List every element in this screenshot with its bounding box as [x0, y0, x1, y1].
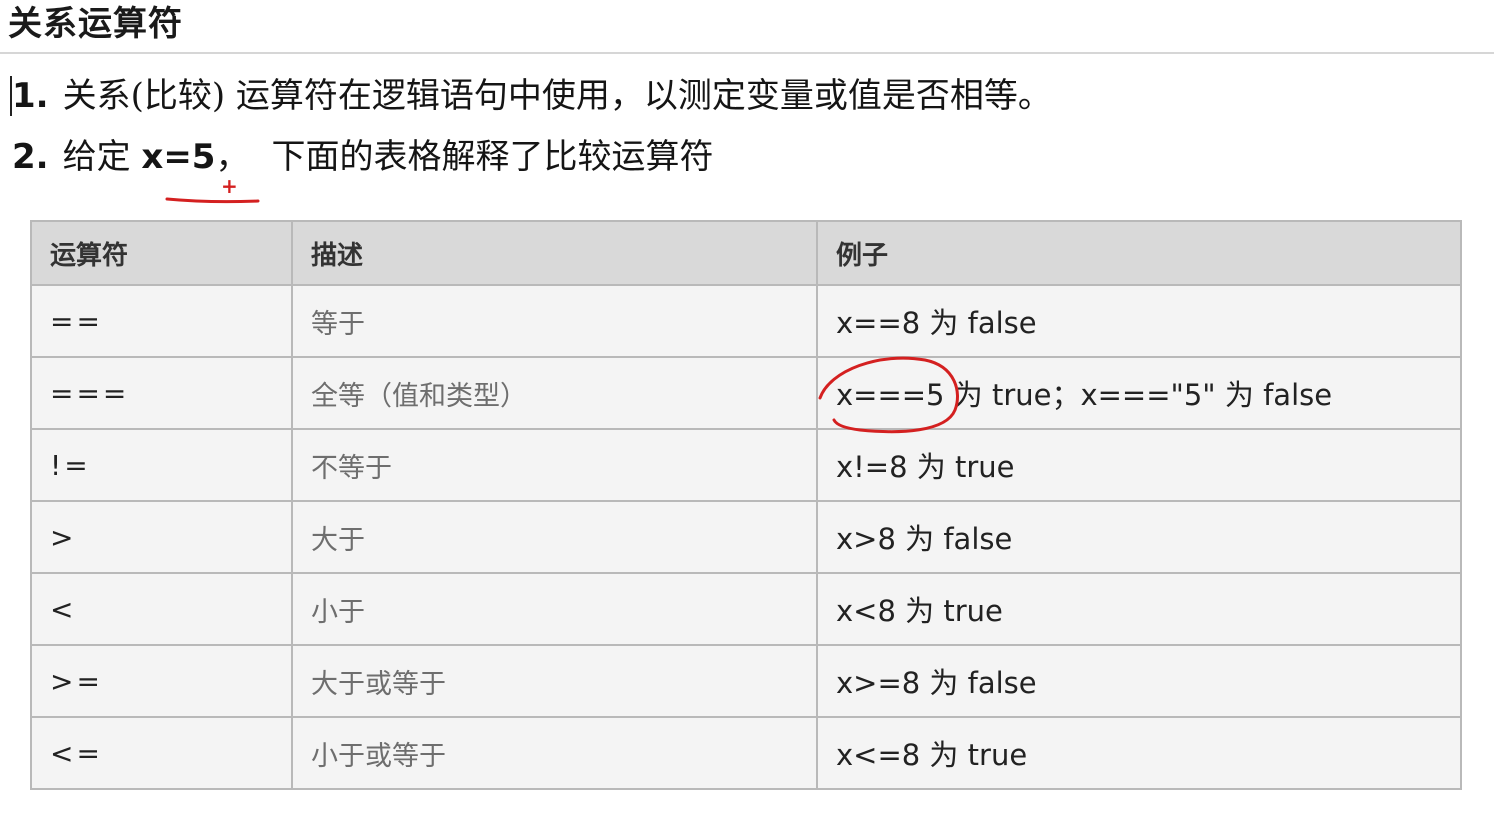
- table-row: > 大于 x>8 为 false: [30, 500, 1462, 574]
- operator-cell: ==: [30, 284, 293, 358]
- page-title: 关系运算符: [8, 4, 183, 44]
- example-cell: x==8 为 false: [816, 284, 1462, 358]
- intro-point-2: 2. 给定 x=5， 下面的表格解释了比较运算符: [12, 135, 713, 179]
- point-prefix: 给定: [62, 137, 131, 177]
- operator-cell: <=: [30, 716, 293, 790]
- operator-cell: >=: [30, 644, 293, 718]
- example-cell: x<8 为 true: [816, 572, 1462, 646]
- example-cell: x<=8 为 true: [816, 716, 1462, 790]
- operators-table-container: 运算符 描述 例子 == 等于 x==8 为 false === 全等（值和类型…: [30, 220, 1462, 790]
- point-number: 2.: [12, 137, 49, 177]
- point-text: 下面的表格解释了比较运算符: [271, 137, 714, 177]
- title-divider: [0, 52, 1494, 54]
- point-number: 1.: [12, 76, 49, 116]
- operators-table: 运算符 描述 例子 == 等于 x==8 为 false === 全等（值和类型…: [30, 220, 1462, 790]
- description-cell: 小于: [291, 572, 818, 646]
- description-cell: 等于: [291, 284, 818, 358]
- table-row: >= 大于或等于 x>=8 为 false: [30, 644, 1462, 718]
- point-expression: x=5: [141, 137, 216, 177]
- table-row: === 全等（值和类型） x===5 为 true；x==="5" 为 fals…: [30, 356, 1462, 430]
- column-header-description: 描述: [291, 220, 818, 286]
- description-cell: 大于或等于: [291, 644, 818, 718]
- example-cell: x>8 为 false: [816, 500, 1462, 574]
- table-row: == 等于 x==8 为 false: [30, 284, 1462, 358]
- column-header-example: 例子: [816, 220, 1462, 286]
- example-cell: x===5 为 true；x==="5" 为 false: [816, 356, 1462, 430]
- operator-cell: <: [30, 572, 293, 646]
- column-header-operator: 运算符: [30, 220, 293, 286]
- point-separator: ，: [215, 137, 250, 177]
- operator-cell: >: [30, 500, 293, 574]
- example-cell: x>=8 为 false: [816, 644, 1462, 718]
- description-cell: 小于或等于: [291, 716, 818, 790]
- description-cell: 大于: [291, 500, 818, 574]
- table-row: <= 小于或等于 x<=8 为 true: [30, 716, 1462, 790]
- intro-point-1: 1. 关系(比较) 运算符在逻辑语句中使用，以测定变量或值是否相等。: [12, 74, 1052, 118]
- description-cell: 不等于: [291, 428, 818, 502]
- table-row: < 小于 x<8 为 true: [30, 572, 1462, 646]
- operator-cell: ===: [30, 356, 293, 430]
- table-header-row: 运算符 描述 例子: [30, 220, 1462, 286]
- operator-cell: !=: [30, 428, 293, 502]
- example-cell: x!=8 为 true: [816, 428, 1462, 502]
- underline-annotation: [165, 197, 260, 204]
- description-cell: 全等（值和类型）: [291, 356, 818, 430]
- point-text: 关系(比较) 运算符在逻辑语句中使用，以测定变量或值是否相等。: [62, 76, 1052, 116]
- table-row: != 不等于 x!=8 为 true: [30, 428, 1462, 502]
